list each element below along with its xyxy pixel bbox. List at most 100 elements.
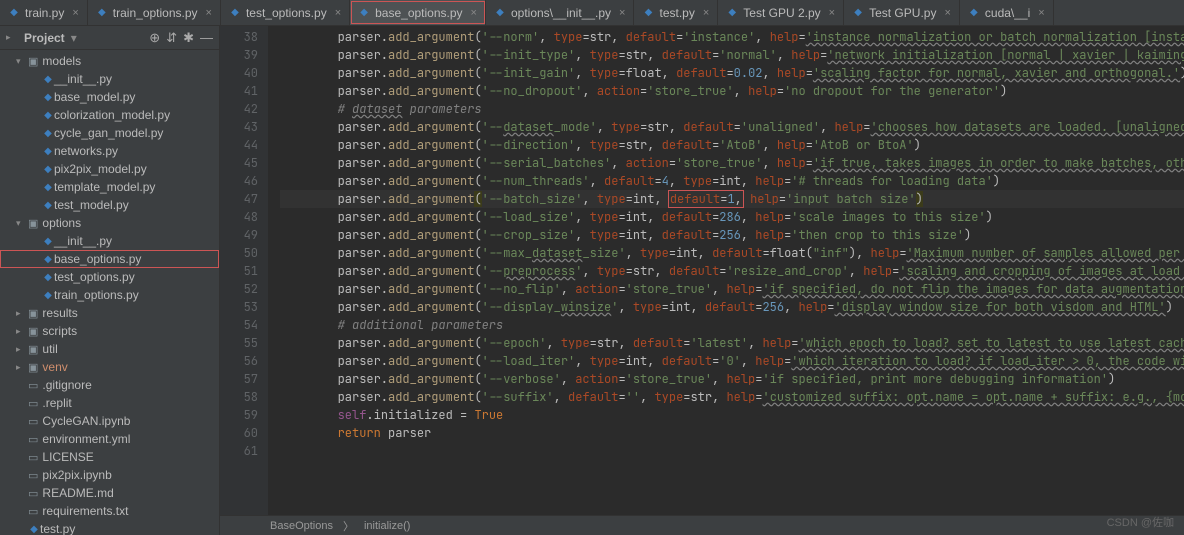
tree-item-train-options-py[interactable]: ◆train_options.py [0,286,219,304]
tab-test-options-py[interactable]: ◆test_options.py× [221,0,350,25]
tree-item-template-model-py[interactable]: ◆template_model.py [0,178,219,196]
code-line[interactable] [280,442,1184,460]
tree-item-cycle-gan-model-py[interactable]: ◆cycle_gan_model.py [0,124,219,142]
tree-item-test-options-py[interactable]: ◆test_options.py [0,268,219,286]
tree-item-pix2pix-model-py[interactable]: ◆pix2pix_model.py [0,160,219,178]
line-number[interactable]: 49 [220,226,258,244]
code-line[interactable]: parser.add_argument('--suffix', default=… [280,388,1184,406]
tree-arrow-icon[interactable]: ▸ [16,308,28,319]
code-line[interactable]: parser.add_argument('--load_size', type=… [280,208,1184,226]
tree-item-environment-yml[interactable]: ▭environment.yml [0,430,219,448]
tree-item-networks-py[interactable]: ◆networks.py [0,142,219,160]
tree-item-venv[interactable]: ▸▣venv [0,358,219,376]
tab-test-gpu-2-py[interactable]: ◆Test GPU 2.py× [718,0,844,25]
close-icon[interactable]: × [471,7,477,19]
sidebar-title[interactable]: Project [24,31,65,45]
code-line[interactable]: parser.add_argument('--direction', type=… [280,136,1184,154]
code-line[interactable]: # dataset parameters [280,100,1184,118]
line-number[interactable]: 45 [220,154,258,172]
line-number[interactable]: 48 [220,208,258,226]
hide-sidebar-icon[interactable]: — [200,30,213,45]
line-number[interactable]: 42 [220,100,258,118]
tree-arrow-icon[interactable]: ▸ [16,344,28,355]
line-number[interactable]: 51 [220,262,258,280]
line-number[interactable]: 55 [220,334,258,352]
tree-item-base-options-py[interactable]: ◆base_options.py [0,250,219,268]
tree-item-requirements-txt[interactable]: ▭requirements.txt [0,502,219,520]
breadcrumb-method[interactable]: initialize() [364,520,410,532]
line-number[interactable]: 57 [220,370,258,388]
tree-item-results[interactable]: ▸▣results [0,304,219,322]
line-number[interactable]: 47 [220,190,258,208]
line-number[interactable]: 58 [220,388,258,406]
settings-gear-icon[interactable]: ✱ [183,30,194,46]
line-number[interactable]: 46 [220,172,258,190]
line-number[interactable]: 56 [220,352,258,370]
line-number[interactable]: 50 [220,244,258,262]
project-dropdown-arrow[interactable]: ▸ [6,32,18,43]
code-lines[interactable]: parser.add_argument('--norm', type=str, … [268,26,1184,515]
code-line[interactable]: parser.add_argument('--no_flip', action=… [280,280,1184,298]
line-number[interactable]: 52 [220,280,258,298]
tree-item--replit[interactable]: ▭.replit [0,394,219,412]
tree-item-test-model-py[interactable]: ◆test_model.py [0,196,219,214]
tree-arrow-icon[interactable]: ▾ [16,218,28,229]
code-line[interactable]: parser.add_argument('--dataset_mode', ty… [280,118,1184,136]
code-line[interactable]: parser.add_argument('--num_threads', def… [280,172,1184,190]
code-line[interactable]: parser.add_argument('--epoch', type=str,… [280,334,1184,352]
line-number[interactable]: 59 [220,406,258,424]
code-line[interactable]: parser.add_argument('--init_gain', type=… [280,64,1184,82]
tree-item-models[interactable]: ▾▣models [0,52,219,70]
project-tree[interactable]: ▾▣models◆__init__.py◆base_model.py◆color… [0,50,219,535]
tree-item-readme-md[interactable]: ▭README.md [0,484,219,502]
tree-item--init-py[interactable]: ◆__init__.py [0,232,219,250]
tab-base-options-py[interactable]: ◆base_options.py× [350,0,486,25]
dropdown-icon[interactable]: ▾ [71,31,77,45]
close-icon[interactable]: × [206,7,212,19]
code-line[interactable]: parser.add_argument('--norm', type=str, … [280,28,1184,46]
tab-cuda-i[interactable]: ◆cuda\__i× [960,0,1054,25]
code-line[interactable]: # additional parameters [280,316,1184,334]
tree-arrow-icon[interactable]: ▸ [16,362,28,373]
tree-item-util[interactable]: ▸▣util [0,340,219,358]
close-icon[interactable]: × [944,7,950,19]
close-icon[interactable]: × [619,7,625,19]
code-line[interactable]: parser.add_argument('--no_dropout', acti… [280,82,1184,100]
line-number[interactable]: 38 [220,28,258,46]
line-number[interactable]: 53 [220,298,258,316]
tree-item-colorization-model-py[interactable]: ◆colorization_model.py [0,106,219,124]
line-number[interactable]: 40 [220,64,258,82]
line-number[interactable]: 43 [220,118,258,136]
tab-test-py[interactable]: ◆test.py× [634,0,718,25]
close-icon[interactable]: × [1038,7,1044,19]
tree-item-cyclegan-ipynb[interactable]: ▭CycleGAN.ipynb [0,412,219,430]
close-icon[interactable]: × [72,7,78,19]
tree-item-license[interactable]: ▭LICENSE [0,448,219,466]
code-line[interactable]: parser.add_argument('--max_dataset_size'… [280,244,1184,262]
code-line[interactable]: parser.add_argument('--load_iter', type=… [280,352,1184,370]
line-number[interactable]: 60 [220,424,258,442]
tree-item-pix2pix-ipynb[interactable]: ▭pix2pix.ipynb [0,466,219,484]
tree-arrow-icon[interactable]: ▸ [16,326,28,337]
code-line[interactable]: self.initialized = True [280,406,1184,424]
tree-item-scripts[interactable]: ▸▣scripts [0,322,219,340]
select-opened-file-icon[interactable]: ⊕ [149,30,160,46]
line-number[interactable]: 41 [220,82,258,100]
tab-train-options-py[interactable]: ◆train_options.py× [88,0,221,25]
tab-test-gpu-py[interactable]: ◆Test GPU.py× [844,0,960,25]
close-icon[interactable]: × [335,7,341,19]
code-line[interactable]: parser.add_argument('--preprocess', type… [280,262,1184,280]
tree-item--init-py[interactable]: ◆__init__.py [0,70,219,88]
tab-options-init-py[interactable]: ◆options\__init__.py× [486,0,635,25]
line-number[interactable]: 39 [220,46,258,64]
code-line[interactable]: return parser [280,424,1184,442]
close-icon[interactable]: × [829,7,835,19]
tree-item-options[interactable]: ▾▣options [0,214,219,232]
code-line[interactable]: parser.add_argument('--crop_size', type=… [280,226,1184,244]
code-line[interactable]: parser.add_argument('--serial_batches', … [280,154,1184,172]
line-number[interactable]: 44 [220,136,258,154]
code-area[interactable]: 3839404142434445464748495051525354555657… [220,26,1184,515]
expand-all-icon[interactable]: ⇵ [166,30,177,46]
line-number[interactable]: 61 [220,442,258,460]
tree-arrow-icon[interactable]: ▾ [16,56,28,67]
